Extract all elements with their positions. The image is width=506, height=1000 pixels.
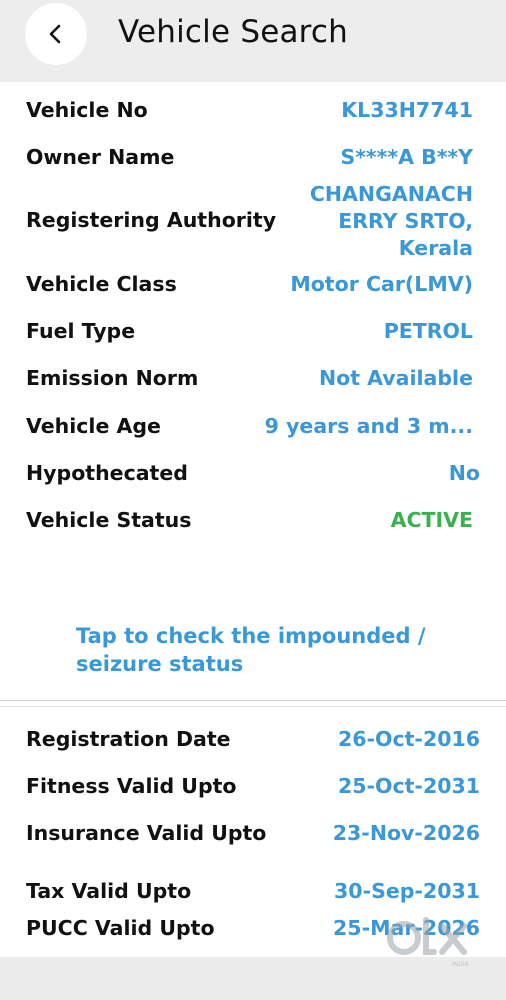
vehicle-class-label: Vehicle Class xyxy=(26,272,177,296)
tax-value: 30-Sep-2031 xyxy=(334,879,480,903)
fuel-type-value: PETROL xyxy=(383,319,473,343)
vehicle-no-label: Vehicle No xyxy=(26,98,148,122)
page-title: Vehicle Search xyxy=(118,14,349,50)
chevron-left-icon xyxy=(49,24,61,44)
fitness-value: 25-Oct-2031 xyxy=(338,774,480,798)
vehicle-age-value: 9 years and 3 m... xyxy=(264,414,473,438)
watermark-sub: INDIA xyxy=(452,961,470,968)
section-divider xyxy=(0,700,506,701)
registering-authority-line: ERRY SRTO, xyxy=(338,209,473,233)
olx-watermark-icon: INDIA xyxy=(387,917,470,968)
owner-name-value: S****A B**Y xyxy=(340,145,473,169)
insurance-label: Insurance Valid Upto xyxy=(26,821,267,845)
vehicle-no-value: KL33H7741 xyxy=(341,98,473,122)
section-divider xyxy=(0,706,506,707)
registering-authority-label: Registering Authority xyxy=(26,208,277,232)
emission-norm-value: Not Available xyxy=(318,366,473,390)
registering-authority-value: CHANGANACH ERRY SRTO, Kerala xyxy=(310,181,473,262)
emission-norm-label: Emission Norm xyxy=(26,366,199,390)
registering-authority-line: CHANGANACH xyxy=(309,182,473,206)
registration-date-value: 26-Oct-2016 xyxy=(338,727,480,751)
tax-label: Tax Valid Upto xyxy=(26,879,192,903)
vehicle-status-label: Vehicle Status xyxy=(26,508,192,532)
hypothecated-label: Hypothecated xyxy=(26,461,188,485)
registration-date-label: Registration Date xyxy=(26,727,231,751)
fuel-type-label: Fuel Type xyxy=(26,319,136,343)
app-header: Vehicle Search xyxy=(0,0,506,82)
registering-authority-line: Kerala xyxy=(398,236,473,260)
impound-status-link[interactable]: Tap to check the impounded / seizure sta… xyxy=(76,622,446,678)
insurance-value: 23-Nov-2026 xyxy=(332,821,480,845)
back-button[interactable] xyxy=(25,3,87,65)
fitness-label: Fitness Valid Upto xyxy=(26,774,237,798)
owner-name-label: Owner Name xyxy=(26,145,175,169)
vehicle-age-label: Vehicle Age xyxy=(26,414,161,438)
hypothecated-value: No xyxy=(448,461,480,485)
pucc-label: PUCC Valid Upto xyxy=(26,916,215,940)
vehicle-status-badge: ACTIVE xyxy=(390,508,473,532)
vehicle-class-value: Motor Car(LMV) xyxy=(290,272,473,296)
